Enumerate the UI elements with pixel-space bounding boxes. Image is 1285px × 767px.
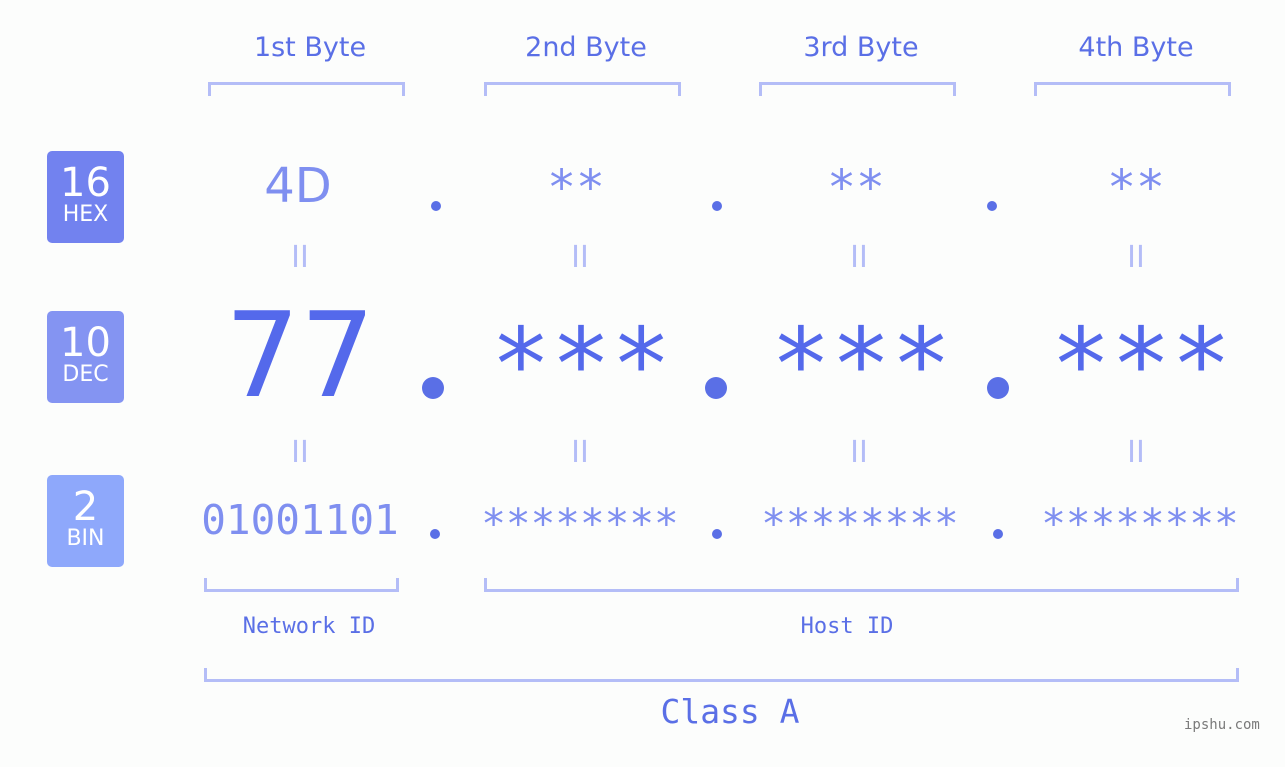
- hex-dot-1: [431, 201, 441, 211]
- dec-badge-label: DEC: [62, 362, 109, 387]
- byte-header-1: 1st Byte: [253, 32, 367, 63]
- bin-byte-4: ********: [1041, 500, 1239, 548]
- hex-byte-1: 4D: [264, 158, 332, 214]
- hex-badge-label: HEX: [62, 202, 109, 227]
- bin-dot-2: [712, 529, 722, 539]
- bin-byte-2: ********: [481, 500, 679, 548]
- host-id-bracket: [484, 578, 1239, 592]
- equals-sign: II: [571, 435, 589, 470]
- host-id-label: Host ID: [800, 614, 894, 639]
- bin-badge-base: 2: [72, 484, 99, 530]
- dec-dot-1: [422, 377, 444, 399]
- hex-badge: 16 HEX: [47, 151, 124, 243]
- bin-byte-3: ********: [761, 500, 959, 548]
- bin-dot-3: [993, 529, 1003, 539]
- byte-bracket-3: [759, 82, 956, 96]
- equals-sign: II: [291, 240, 309, 275]
- network-id-bracket: [204, 578, 399, 592]
- hex-byte-2: **: [547, 160, 605, 216]
- bin-badge-label: BIN: [66, 526, 105, 551]
- dec-byte-1: 77: [224, 286, 376, 424]
- byte-bracket-2: [484, 82, 681, 96]
- dec-byte-3: ***: [770, 306, 952, 423]
- bin-dot-1: [430, 529, 440, 539]
- hex-byte-3: **: [827, 160, 885, 216]
- class-label: Class A: [660, 692, 800, 731]
- dec-dot-2: [705, 377, 727, 399]
- class-bracket: [204, 668, 1239, 682]
- dec-badge-base: 10: [60, 320, 111, 366]
- equals-sign: II: [571, 240, 589, 275]
- dec-dot-3: [987, 377, 1009, 399]
- equals-sign: II: [850, 240, 868, 275]
- bin-badge: 2 BIN: [47, 475, 124, 567]
- bin-byte-1: 01001101: [201, 496, 399, 544]
- equals-sign: II: [850, 435, 868, 470]
- hex-dot-3: [987, 201, 997, 211]
- byte-header-2: 2nd Byte: [525, 32, 647, 63]
- hex-badge-base: 16: [60, 160, 111, 206]
- equals-sign: II: [1127, 435, 1145, 470]
- byte-header-4: 4th Byte: [1078, 32, 1194, 63]
- watermark: ipshu.com: [1184, 717, 1260, 733]
- dec-badge: 10 DEC: [47, 311, 124, 403]
- dec-byte-2: ***: [490, 306, 672, 423]
- byte-header-3: 3rd Byte: [803, 32, 919, 63]
- hex-byte-4: **: [1107, 160, 1165, 216]
- hex-dot-2: [712, 201, 722, 211]
- byte-bracket-4: [1034, 82, 1231, 96]
- byte-bracket-1: [208, 82, 405, 96]
- equals-sign: II: [291, 435, 309, 470]
- dec-byte-4: ***: [1050, 306, 1232, 423]
- equals-sign: II: [1127, 240, 1145, 275]
- network-id-label: Network ID: [242, 614, 376, 639]
